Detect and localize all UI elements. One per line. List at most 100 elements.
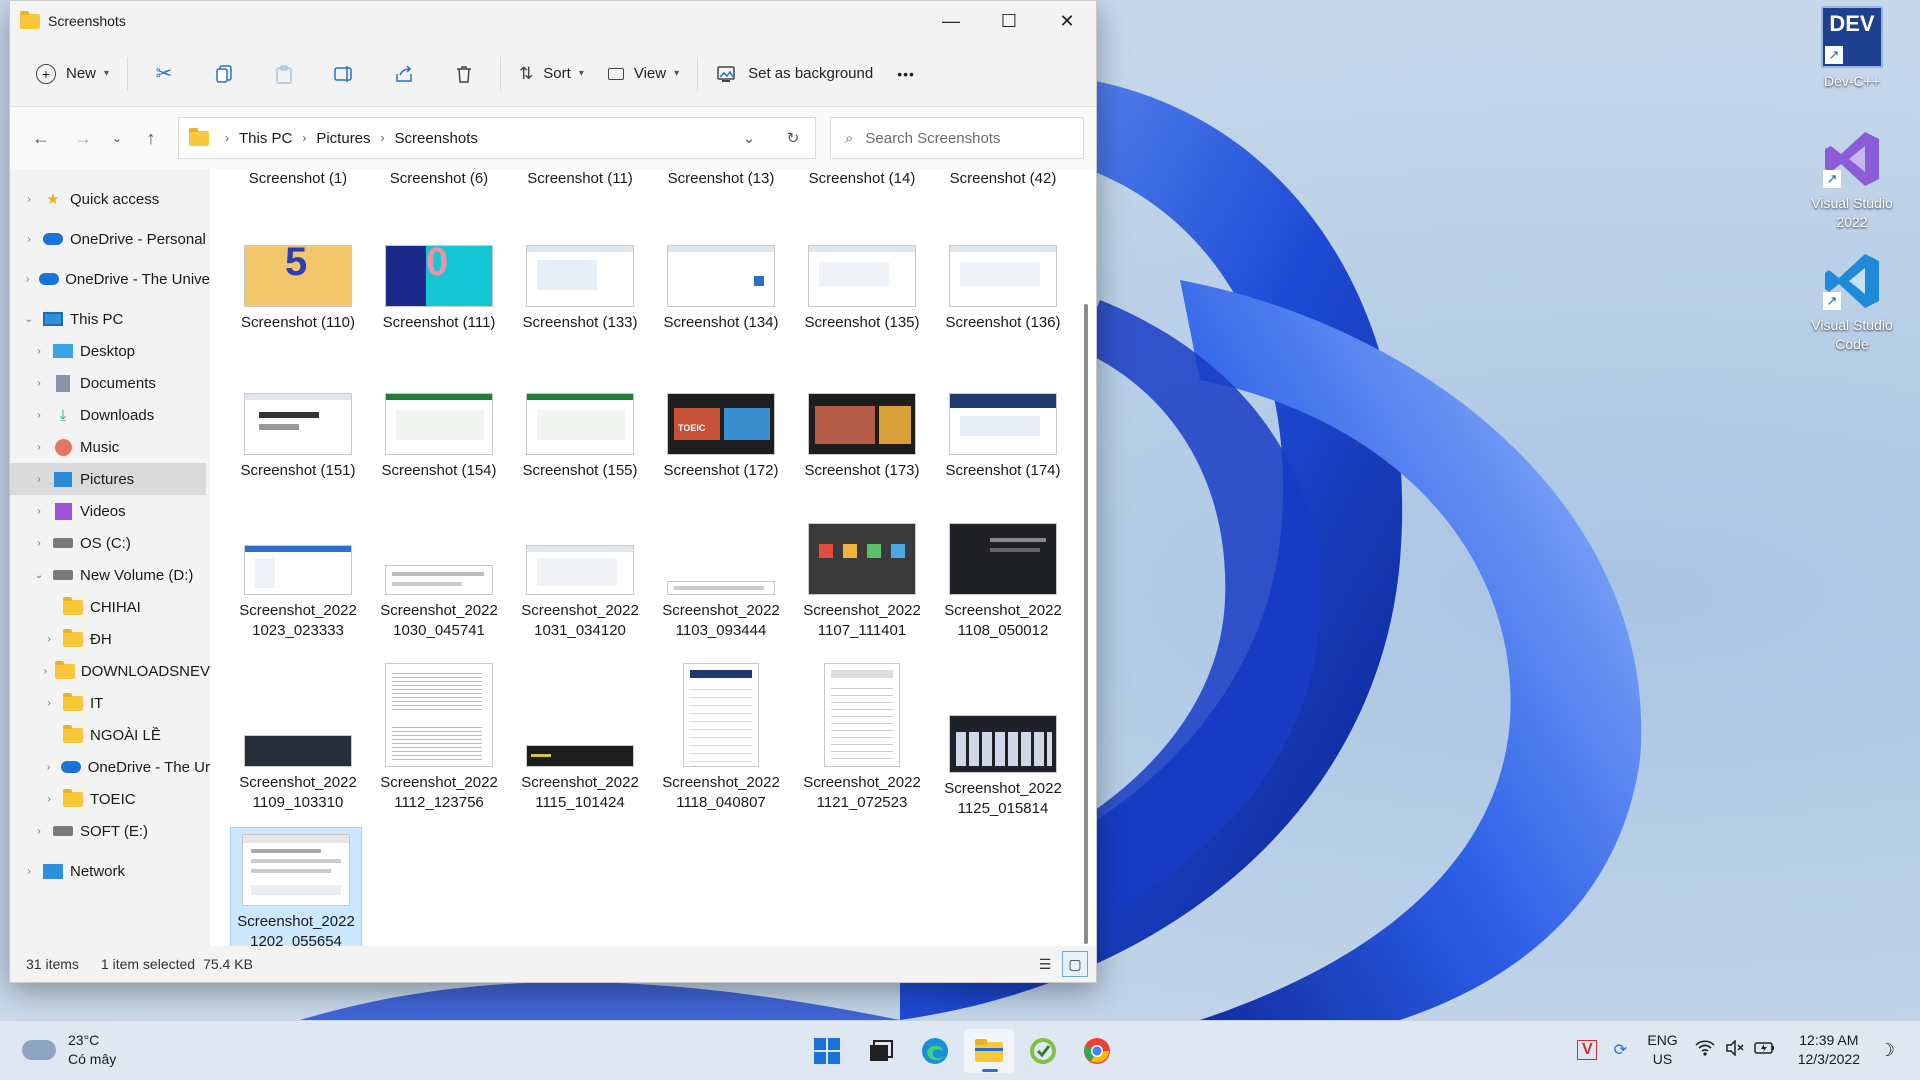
focus-assist-icon[interactable]: ☽ — [1872, 1040, 1902, 1061]
nav-item-onedrive-university[interactable]: › OneDrive - The Unive — [10, 263, 210, 295]
cut-button[interactable]: ✂ — [134, 54, 194, 94]
file-item[interactable]: Screenshot (11) — [516, 169, 644, 189]
title-bar[interactable]: Screenshots — ☐ ✕ — [10, 1, 1096, 41]
minimize-button[interactable]: — — [922, 1, 980, 41]
file-item[interactable]: Screenshot_2022 1118_040807 — [657, 663, 785, 813]
breadcrumb-this-pc[interactable]: This PC — [239, 130, 292, 147]
file-item[interactable]: Screenshot_2022 1030_045741 — [375, 565, 503, 641]
file-item[interactable]: Screenshot_2022 1112_123756 — [375, 663, 503, 813]
file-item[interactable]: Screenshot (1) — [234, 169, 362, 189]
task-view-button[interactable] — [856, 1029, 906, 1073]
file-item[interactable]: Screenshot (133) — [516, 245, 644, 333]
file-item[interactable]: Screenshot_2022 1125_015814 — [939, 715, 1067, 819]
file-item[interactable]: Screenshot (42) — [939, 169, 1067, 189]
file-item[interactable]: Screenshot_2022 1023_023333 — [234, 545, 362, 641]
edge-button[interactable] — [910, 1029, 960, 1073]
file-item[interactable]: Screenshot_2022 1121_072523 — [798, 663, 926, 813]
battery-icon[interactable] — [1750, 1041, 1780, 1060]
thumbnail — [808, 245, 916, 307]
nav-item-dh[interactable]: › ĐH — [10, 623, 210, 655]
forward-button[interactable]: → — [62, 120, 104, 156]
paste-button[interactable] — [254, 54, 314, 94]
file-item[interactable]: Screenshot_2022 1115_101424 — [516, 745, 644, 813]
file-item[interactable]: Screenshot (136) — [939, 245, 1067, 333]
nav-item-chihai[interactable]: CHIHAI — [10, 591, 210, 623]
nav-item-soft-e[interactable]: › SOFT (E:) — [10, 815, 210, 847]
address-bar[interactable]: › This PC › Pictures › Screenshots ⌄ ↻ — [178, 117, 816, 159]
large-icons-view-icon[interactable]: ▢ — [1062, 951, 1088, 977]
nav-item-this-pc[interactable]: ⌄ This PC — [10, 303, 210, 335]
desktop-icon-devcpp[interactable]: DEV ↗ Dev-C++ — [1797, 6, 1907, 91]
file-item[interactable]: Screenshot (154) — [375, 393, 503, 481]
file-explorer-button[interactable] — [964, 1029, 1014, 1073]
delete-button[interactable] — [434, 54, 494, 94]
new-button[interactable]: + New ▾ — [24, 54, 121, 94]
nav-item-documents[interactable]: › Documents — [10, 367, 210, 399]
wifi-icon[interactable] — [1690, 1039, 1720, 1061]
sync-icon[interactable]: ⟳ — [1605, 1040, 1635, 1060]
desktop-icon-visual-studio-2022[interactable]: ↗ Visual Studio 2022 — [1797, 128, 1907, 232]
more-options-button[interactable]: ••• — [885, 54, 927, 94]
details-view-icon[interactable]: ☰ — [1032, 951, 1058, 977]
file-item[interactable]: Screenshot (135) — [798, 245, 926, 333]
up-button[interactable]: ↑ — [130, 120, 172, 156]
file-item[interactable]: Screenshot_2022 1109_103310 — [234, 735, 362, 813]
refresh-icon[interactable]: ↻ — [771, 129, 815, 147]
file-item[interactable]: Screenshot_2022 1107_111401 — [798, 523, 926, 641]
app-button-green[interactable] — [1018, 1029, 1068, 1073]
file-item[interactable]: Screenshot_2022 1108_050012 — [939, 523, 1067, 641]
set-as-background-button[interactable]: Set as background — [704, 54, 885, 94]
nav-item-onedrive-the-ur[interactable]: › OneDrive - The Ur — [10, 751, 210, 783]
view-button[interactable]: View ▾ — [596, 54, 691, 94]
file-item[interactable]: 5 Screenshot (110) — [234, 245, 362, 333]
nav-item-onedrive-personal[interactable]: › OneDrive - Personal — [10, 223, 210, 255]
breadcrumb-pictures[interactable]: Pictures — [316, 130, 370, 147]
language-indicator[interactable]: ENG US — [1647, 1031, 1677, 1069]
nav-item-network[interactable]: › Network — [10, 855, 210, 887]
chrome-button[interactable] — [1072, 1029, 1122, 1073]
copy-button[interactable] — [194, 54, 254, 94]
sort-button[interactable]: ⇅ Sort ▾ — [507, 54, 596, 94]
nav-item-ngoai-le[interactable]: NGOÀI LỀ — [10, 719, 210, 751]
file-item[interactable]: Screenshot (174) — [939, 393, 1067, 481]
nav-item-os-c[interactable]: › OS (C:) — [10, 527, 210, 559]
nav-item-desktop[interactable]: › Desktop — [10, 335, 210, 367]
share-button[interactable] — [374, 54, 434, 94]
clock[interactable]: 12:39 AM 12/3/2022 — [1798, 1031, 1860, 1069]
address-dropdown-icon[interactable]: ⌄ — [727, 129, 771, 147]
file-item[interactable]: Screenshot (173) — [798, 393, 926, 481]
nav-item-toeic[interactable]: › TOEIC — [10, 783, 210, 815]
nav-item-new-volume-d[interactable]: ⌄ New Volume (D:) — [10, 559, 210, 591]
file-item[interactable]: Screenshot (151) — [234, 393, 362, 481]
rename-button[interactable] — [314, 54, 374, 94]
nav-item-downloadsnev[interactable]: › DOWNLOADSNEV — [10, 655, 210, 687]
file-item[interactable]: Screenshot (14) — [798, 169, 926, 189]
speaker-muted-icon[interactable] — [1720, 1038, 1750, 1061]
vietkey-icon[interactable]: V — [1577, 1040, 1598, 1060]
close-button[interactable]: ✕ — [1038, 1, 1096, 41]
file-item[interactable]: Screenshot (6) — [375, 169, 503, 189]
recent-locations-button[interactable]: ⌄ — [104, 120, 130, 156]
desktop-icon-vscode[interactable]: ↗ Visual Studio Code — [1797, 250, 1907, 354]
start-button[interactable] — [802, 1029, 852, 1073]
vertical-scrollbar[interactable] — [1084, 304, 1088, 944]
nav-item-downloads[interactable]: › ⤓ Downloads — [10, 399, 210, 431]
file-item[interactable]: Screenshot (13) — [657, 169, 785, 189]
back-button[interactable]: ← — [20, 120, 62, 156]
nav-item-quick-access[interactable]: › ★ Quick access — [10, 183, 210, 215]
nav-item-it[interactable]: › IT — [10, 687, 210, 719]
nav-item-music[interactable]: › Music — [10, 431, 210, 463]
file-item[interactable]: Screenshot (155) — [516, 393, 644, 481]
file-item[interactable]: Screenshot (134) — [657, 245, 785, 333]
breadcrumb-screenshots[interactable]: Screenshots — [395, 130, 478, 147]
file-item[interactable]: 0 Screenshot (111) — [375, 245, 503, 333]
maximize-button[interactable]: ☐ — [980, 1, 1038, 41]
file-item-selected[interactable]: Screenshot_2022 1202_055654 — [230, 827, 362, 946]
search-input[interactable]: ⌕ Search Screenshots — [830, 117, 1084, 159]
file-item[interactable]: TOEIC Screenshot (172) — [657, 393, 785, 481]
file-item[interactable]: Screenshot_2022 1103_093444 — [657, 581, 785, 641]
weather-widget[interactable]: 23°C Có mây — [22, 1031, 116, 1069]
nav-item-pictures[interactable]: › Pictures — [10, 463, 206, 495]
nav-item-videos[interactable]: › Videos — [10, 495, 210, 527]
file-item[interactable]: Screenshot_2022 1031_034120 — [516, 545, 644, 641]
